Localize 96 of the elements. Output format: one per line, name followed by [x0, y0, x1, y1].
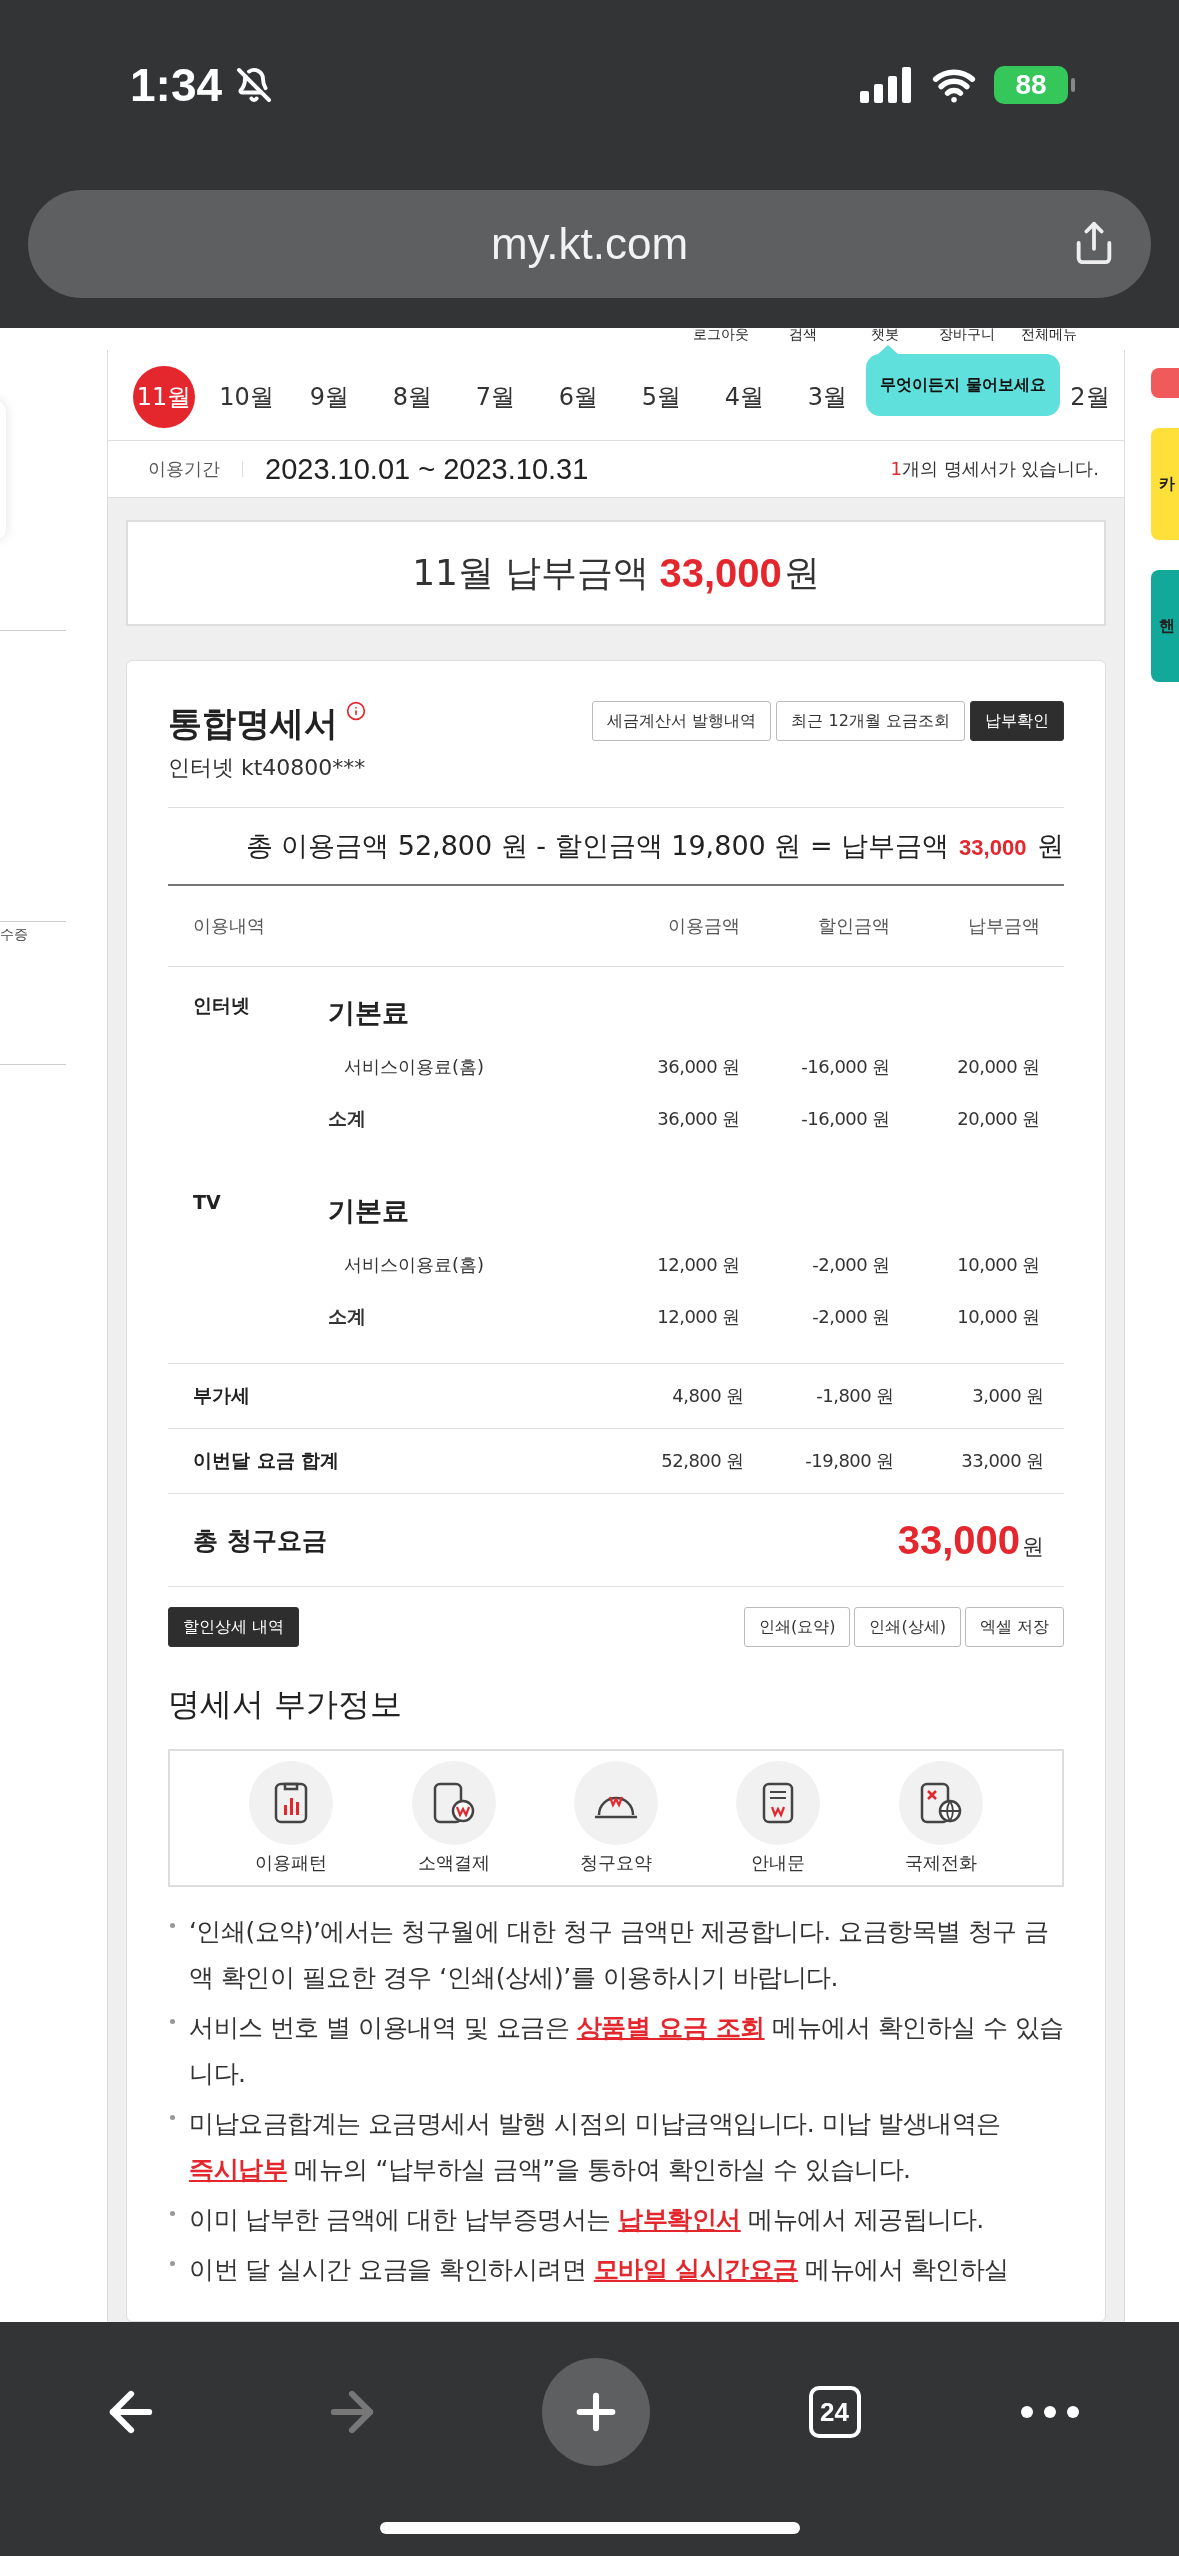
column-header: 이용금액 — [667, 914, 740, 938]
discount-amount: -16,000 원 — [800, 1055, 890, 1079]
side-widget[interactable]: 핸 — [1151, 570, 1179, 682]
export-button[interactable]: 인쇄(요약) — [743, 1607, 851, 1647]
payment-amount: 10,000 원 — [956, 1305, 1040, 1329]
statement-title: 통합명세서 — [168, 702, 338, 745]
usage-amount: 12,000 원 — [656, 1305, 740, 1329]
chatbot-tooltip[interactable]: 무엇이든지 물어보세요 — [866, 354, 1060, 416]
bullet-icon — [170, 2019, 175, 2024]
header-link[interactable]: 전체메뉴 — [1008, 328, 1090, 350]
note-link[interactable]: 모바일 실시간요금 — [593, 2255, 798, 2284]
payment-amount: 33,000 원 — [960, 1449, 1044, 1473]
note-text: 미납요금합계는 요금명세서 발행 시점의 미납금액입니다. 미납 발생내역은 즉시납부 메뉴의 “납부하실 금액”을 통하여 확인하실 수 있습니다. — [189, 2108, 1002, 2186]
fee-item: 서비스이용료(홈) — [343, 1253, 486, 1277]
statement-button[interactable]: 납부확인 — [970, 701, 1064, 741]
more-button[interactable] — [1019, 2405, 1080, 2419]
fee-category: 기본료 — [328, 1194, 410, 1228]
section-heading: 명세서 부가정보 — [168, 1684, 404, 1725]
subtotal-label: 소계 — [328, 1106, 367, 1131]
service-id: 인터넷 kt40800*** — [168, 754, 366, 782]
column-header: 납부금액 — [967, 914, 1040, 938]
note-text: 서비스 번호 별 이용내역 및 요금은 상품별 요금 조회 메뉴에서 확인하실 수 있습니다. — [189, 2012, 1064, 2090]
usage-amount: 52,800 원 — [660, 1449, 744, 1473]
bullet-icon — [170, 2261, 175, 2266]
month-tab[interactable]: 6월 — [537, 366, 620, 428]
address-bar[interactable]: my.kt.com — [28, 190, 1151, 298]
payment-amount: 20,000 원 — [956, 1055, 1040, 1079]
tabs-button[interactable]: 24 — [808, 2386, 861, 2438]
note-link[interactable]: 납부확인서 — [618, 2205, 741, 2234]
month-tab[interactable]: 8월 — [371, 366, 454, 428]
subtotal-label: 소계 — [328, 1304, 367, 1329]
export-button[interactable]: 엑셀 저장 — [964, 1607, 1064, 1647]
note-link[interactable]: 상품별 요금 조회 — [576, 2013, 765, 2042]
service-name: TV — [193, 1190, 222, 1213]
info-icon[interactable] — [346, 701, 366, 721]
fee-item: 서비스이용료(홈) — [343, 1055, 486, 1079]
discount-amount: -16,000 원 — [800, 1107, 890, 1131]
tooltip-pointer — [878, 345, 898, 354]
usage-amount: 4,800 원 — [671, 1384, 744, 1408]
period-label: 이용기간 — [148, 461, 243, 477]
export-button[interactable]: 인쇄(상세) — [854, 1607, 961, 1647]
header-link[interactable]: 장바구니 — [926, 328, 1008, 350]
fee-category: 기본료 — [328, 996, 410, 1030]
month-tab[interactable]: 5월 — [620, 366, 703, 428]
month-tab[interactable]: 9월 — [288, 366, 371, 428]
note-text: 이미 납부한 금액에 대한 납부증명서는 납부확인서 메뉴에서 제공됩니다. — [189, 2204, 984, 2236]
signal-icon — [860, 67, 914, 103]
header-link[interactable]: 챗봇 — [844, 328, 926, 350]
shortcut-label[interactable]: 이용패턴 — [255, 1851, 328, 1875]
payment-amount: 3,000 원 — [971, 1384, 1044, 1408]
month-tab[interactable]: 4월 — [703, 366, 786, 428]
shortcut-label[interactable]: 국제전화 — [904, 1851, 977, 1875]
note-text: 이번 달 실시간 요금을 확인하시려면 모바일 실시간요금 메뉴에서 확인하실 — [189, 2254, 1009, 2286]
header-link[interactable]: 로그아웃 — [680, 328, 762, 350]
usage-amount: 36,000 원 — [656, 1107, 740, 1131]
shortcut-label[interactable]: 청구요약 — [579, 1851, 652, 1875]
note-text: ‘인쇄(요약)’에서는 청구월에 대한 청구 금액만 제공합니다. 요금항목별 청구 금액 확인이 필요한 경우 ‘인쇄(상세)’를 이용하시기 바랍니다. — [189, 1916, 1050, 1994]
discount-detail-button[interactable]: 할인상세 내역 — [168, 1607, 300, 1647]
month-tab[interactable]: 7월 — [454, 366, 537, 428]
bell-off-icon — [236, 67, 273, 103]
month-tab[interactable]: 3월 — [786, 366, 869, 428]
column-header: 할인금액 — [817, 914, 890, 938]
payment-amount: 20,000 원 — [956, 1107, 1040, 1131]
clock-time: 1:34 — [130, 58, 223, 112]
service-name: 인터넷 — [193, 993, 251, 1018]
payment-banner: 11월 납부금액 33,000원 — [126, 520, 1106, 626]
statement-button[interactable]: 최근 12개월 요금조회 — [776, 701, 965, 741]
usage-amount: 36,000 원 — [656, 1055, 740, 1079]
period-dates: 2023.10.01 ~ 2023.10.31 — [265, 452, 589, 486]
grand-total-label: 총 청구요금 — [193, 1524, 327, 1557]
statement-button[interactable]: 세금계산서 발행내역 — [592, 701, 772, 741]
discount-amount: -1,800 원 — [815, 1384, 894, 1408]
amount-summary: 총 이용금액 52,800 원 - 할인금액 19,800 원 = 납부금액 33,000 원 — [168, 807, 1064, 886]
discount-amount: -2,000 원 — [811, 1253, 890, 1277]
note-link[interactable]: 즉시납부 — [189, 2155, 287, 2184]
statement-count: 1개의 명세서가 있습니다. — [890, 457, 1099, 481]
total-label: 부가세 — [193, 1383, 251, 1408]
month-tab[interactable]: 10월 — [205, 366, 288, 428]
bullet-icon — [170, 2115, 175, 2120]
usage-amount: 12,000 원 — [656, 1253, 740, 1277]
side-widget[interactable]: 카 — [1151, 428, 1179, 540]
discount-amount: -2,000 원 — [811, 1305, 890, 1329]
total-label: 이번달 요금 합계 — [193, 1448, 341, 1473]
discount-amount: -19,800 원 — [804, 1449, 894, 1473]
battery-level: 88 — [994, 66, 1068, 104]
shortcut-label[interactable]: 소액결제 — [417, 1851, 490, 1875]
grand-total-amount: 33,000 원 — [896, 1517, 1044, 1563]
bullet-icon — [170, 2211, 175, 2216]
column-header: 이용내역 — [193, 914, 266, 938]
sidebar-text: 수증 — [0, 926, 28, 944]
payment-amount: 10,000 원 — [956, 1253, 1040, 1277]
header-link[interactable]: 검색 — [762, 328, 844, 350]
shortcut-label[interactable]: 안내문 — [751, 1851, 806, 1875]
bullet-icon — [170, 1923, 175, 1928]
month-tab[interactable]: 11월 — [133, 366, 195, 428]
month-tab[interactable]: 2월 — [1068, 366, 1112, 428]
